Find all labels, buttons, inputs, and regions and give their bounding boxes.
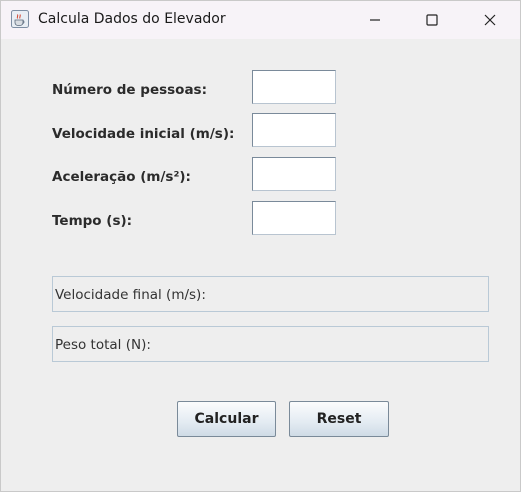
total-weight-result: Peso total (N): (52, 326, 489, 362)
reset-button[interactable]: Reset (289, 401, 389, 437)
maximize-button[interactable] (409, 1, 455, 39)
acceleration-input[interactable] (252, 157, 336, 191)
app-window: Calcula Dados do Elevador Número de pess… (0, 0, 521, 492)
final-velocity-label: Velocidade final (m/s): (55, 287, 206, 303)
time-label: Tempo (s): (52, 213, 133, 229)
maximize-icon (426, 11, 438, 30)
initial-velocity-input[interactable] (252, 113, 336, 147)
calculate-button[interactable]: Calcular (177, 401, 276, 437)
people-count-input[interactable] (252, 70, 336, 104)
java-cup-icon[interactable] (11, 10, 29, 28)
minimize-button[interactable] (352, 1, 398, 39)
title-bar[interactable]: Calcula Dados do Elevador (1, 1, 520, 39)
window-title: Calcula Dados do Elevador (38, 11, 226, 27)
people-count-label: Número de pessoas: (52, 82, 207, 98)
total-weight-label: Peso total (N): (55, 337, 151, 353)
final-velocity-result: Velocidade final (m/s): (52, 276, 489, 312)
close-button[interactable] (467, 1, 513, 39)
minimize-icon (369, 11, 381, 30)
close-icon (484, 11, 496, 30)
initial-velocity-label: Velocidade inicial (m/s): (52, 126, 235, 142)
form-panel: Número de pessoas: Velocidade inicial (m… (1, 39, 520, 491)
time-input[interactable] (252, 201, 336, 235)
acceleration-label: Aceleração (m/s²): (52, 169, 191, 185)
